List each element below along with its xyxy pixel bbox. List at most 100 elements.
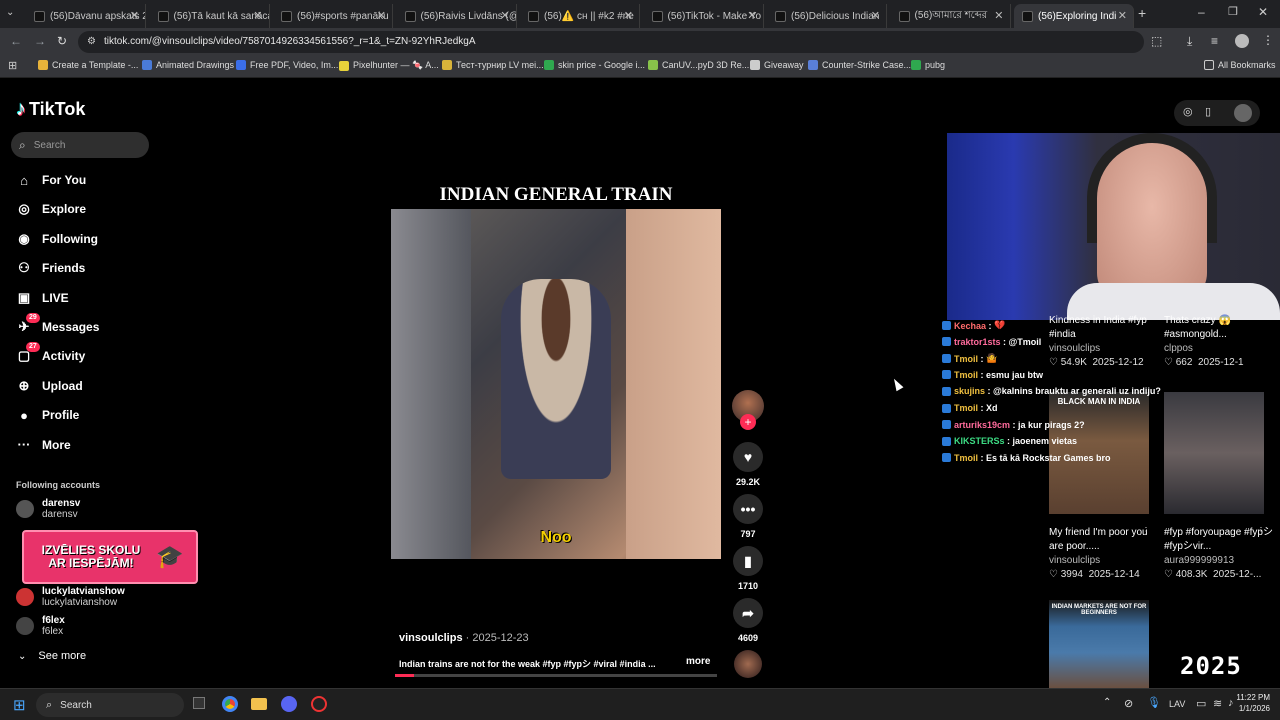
browser-tab[interactable]: (56)Dāvanu apskats 2 ✕ [26,4,146,28]
bookmark-item[interactable]: Free PDF, Video, Im... [236,60,338,70]
bookmark-item[interactable]: pubg [911,60,945,70]
user-avatar[interactable] [1234,104,1252,122]
related-thumb-4[interactable] [1164,392,1264,514]
discord-icon[interactable] [281,696,297,712]
browser-tab[interactable]: (56)আমারে শব্দের ✕ [891,4,1011,28]
card-menu-icon[interactable]: ⋮ [1141,526,1151,537]
close-tab-icon[interactable]: ✕ [1118,9,1127,22]
following-account[interactable]: darensv darensv [16,498,80,520]
bookmark-item[interactable]: Create a Template -... [38,60,138,70]
video-progress-track[interactable] [395,674,717,677]
card-menu-icon[interactable]: ⋮ [1256,526,1266,537]
display-icon[interactable]: ▭ [1196,697,1206,710]
profile-avatar[interactable] [1235,34,1249,48]
sidebar-item-explore[interactable]: ◎ Explore [16,198,86,220]
bookmark-item[interactable]: CanUV...pyD 3D Re... [648,60,749,70]
tab-search-icon[interactable]: ⌄ [6,7,14,18]
close-tab-icon[interactable]: ✕ [624,9,633,22]
related-card-1[interactable]: Kindness in India #fyp #india vinsoulcli… [1049,314,1159,370]
network-off-icon[interactable]: ⊘ [1124,697,1133,710]
all-bookmarks[interactable]: All Bookmarks [1204,60,1276,70]
sidebar-item-messages[interactable]: ✈ 29 Messages [16,313,99,338]
sidebar-item-following[interactable]: ◉ Following [16,228,98,250]
like-button[interactable]: ♥ 29.2K [732,442,764,487]
search-box[interactable]: ⌕ Search [11,132,149,158]
language-indicator[interactable]: LAV [1169,699,1185,709]
sidebar-item-profile[interactable]: ● Profile [16,404,79,426]
close-tab-icon[interactable]: ✕ [253,9,262,22]
see-more-link[interactable]: ⌄ See more [18,650,86,662]
video-player[interactable]: Noo [391,209,721,559]
bookmark-item[interactable]: skin price - Google i... [544,60,645,70]
sidebar-item-for-you[interactable]: ⌂ For You [16,169,86,191]
task-view-icon[interactable] [193,697,205,709]
device-icon[interactable]: ▯ [1205,105,1211,118]
forward-icon[interactable]: → [34,34,46,48]
apps-icon[interactable]: ⊞ [8,59,17,72]
bookmark-item[interactable]: Giveaway [750,60,804,70]
browser-tab[interactable]: (56)Delicious Indian ✕ [767,4,887,28]
close-window-button[interactable]: ✕ [1258,5,1268,19]
address-bar[interactable]: ⚙ tiktok.com/@vinsoulclips/video/7587014… [78,31,1144,53]
close-tab-icon[interactable]: ✕ [747,9,756,22]
clock[interactable]: 11:22 PM 1/1/2026 [1226,692,1270,714]
related-card-2[interactable]: Thats crazy 😱 #asmongold... clppos ♡ 662… [1164,314,1274,370]
browser-tab[interactable]: (56)Exploring Indi ✕ [1014,4,1134,28]
related-thumb-5[interactable]: INDIAN MARKETS ARE NOT FOR BEGINNERS [1049,600,1149,688]
bookmark-item[interactable]: Animated Drawings [142,60,234,70]
bookmark-item[interactable]: Тест-турнир LV mei... [442,60,544,70]
back-icon[interactable]: ← [10,34,22,48]
sound-avatar[interactable] [734,650,762,678]
bookmark-favicon-icon [808,60,818,70]
browser-tab[interactable]: (56)Tā kaut kā sanāca ✕ [150,4,270,28]
bookmark-icon: ▮ [733,546,763,576]
following-account[interactable]: f6lex f6lex [16,615,65,637]
promo-sticker[interactable]: IZVĒLIES SKOLU AR IESPĒJĀM! 🎓 [22,530,198,584]
comment-button[interactable]: ••• 797 [732,494,764,539]
following-account[interactable]: luckylatvianshow luckylatvianshow [16,586,125,608]
sidebar-item-more[interactable]: ··· More [16,434,71,456]
bookmark-item[interactable]: Pixelhunter — 🍬 A... [339,60,439,71]
app-icon[interactable] [311,696,327,712]
windows-start-icon[interactable]: ⊞ [13,696,26,714]
maximize-button[interactable]: ❐ [1228,5,1238,18]
sidebar-item-upload[interactable]: ⊕ Upload [16,375,83,397]
more-link[interactable]: more [686,656,710,667]
browser-menu-icon[interactable]: ⋮ [1262,33,1274,47]
wifi-icon[interactable]: ≋ [1213,697,1222,710]
sidebar-item-live[interactable]: ▣ LIVE [16,287,69,309]
sidebar-item-friends[interactable]: ⚇ Friends [16,257,85,279]
reload-icon[interactable]: ↻ [57,34,67,48]
close-tab-icon[interactable]: ✕ [377,9,386,22]
microphone-icon[interactable]: 🎙 [1147,696,1161,709]
bookmark-item[interactable]: Counter-Strike Case... [808,60,911,70]
close-tab-icon[interactable]: ✕ [994,9,1003,22]
site-info-icon[interactable]: ⚙ [87,31,96,53]
minimize-button[interactable]: – [1198,5,1205,19]
chat-text: jaoenem vietas [1012,436,1078,447]
browser-tab[interactable]: (56)#sports #panāku ✕ [273,4,393,28]
browser-tab[interactable]: (56)TikTok - Make Yo ✕ [644,4,764,28]
tiktok-logo[interactable]: ♪ TikTok [16,98,85,121]
tray-overflow-icon[interactable]: ⌃ [1103,697,1111,708]
video-author[interactable]: vinsoulclips [399,632,463,644]
follow-plus-icon[interactable]: + [740,414,756,430]
bookmark-favicon-icon [339,60,349,71]
new-tab-button[interactable]: + [1138,5,1146,21]
browser-tab[interactable]: (56)⚠️ cн || #k2 #ne ✕ [520,4,640,28]
save-button[interactable]: ▮ 1710 [732,546,764,591]
sidebar-item-activity[interactable]: ▢ 27 Activity [16,342,85,367]
close-tab-icon[interactable]: ✕ [871,9,880,22]
close-tab-icon[interactable]: ✕ [500,9,509,22]
close-tab-icon[interactable]: ✕ [130,9,139,22]
browser-tab[interactable]: (56)Raivis Livdāns (@ ✕ [397,4,517,28]
coins-icon[interactable]: ◎ [1183,105,1193,118]
extensions-icon[interactable]: ⬚ [1151,34,1162,48]
taskbar-search[interactable]: ⌕ Search [36,693,184,717]
file-explorer-icon[interactable] [251,698,267,710]
search-icon: ⌕ [46,698,53,711]
share-button[interactable]: ➦ 4609 [732,598,764,643]
download-icon[interactable]: ⤓ [1187,34,1192,49]
media-control-icon[interactable]: ≡ [1211,34,1218,48]
chrome-icon[interactable] [222,696,238,712]
